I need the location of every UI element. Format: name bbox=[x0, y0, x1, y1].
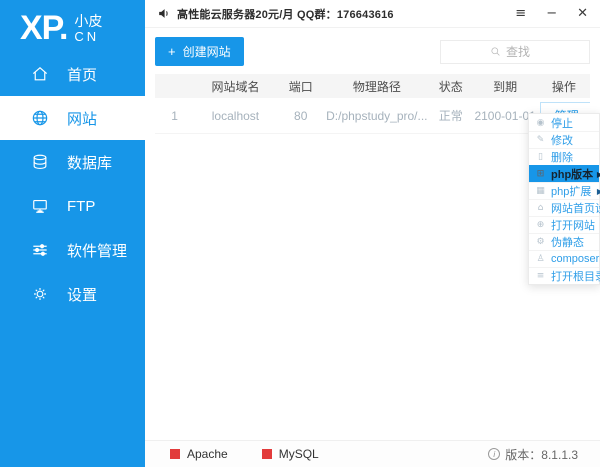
menu-item-open-website[interactable]: ⊕ 打开网站 bbox=[529, 216, 599, 233]
header-port: 端口 bbox=[288, 79, 313, 94]
sidebar-nav: 首页 网站 数据库 FTP 软件管理 设置 bbox=[0, 52, 145, 316]
table-row: 1 localhost 80 D:/phpstudy_pro/... 正常 21… bbox=[155, 98, 590, 134]
search-box[interactable] bbox=[440, 39, 590, 64]
service-mysql: MySQL bbox=[261, 447, 319, 461]
search-icon bbox=[491, 47, 500, 56]
window-controls: ≡ − ✕ bbox=[515, 7, 588, 20]
monitor-icon bbox=[33, 200, 47, 213]
sidebar-item-database[interactable]: 数据库 bbox=[0, 140, 145, 184]
menu-item-modify[interactable]: ✎ 修改 bbox=[529, 131, 599, 148]
sidebar-item-software[interactable]: 软件管理 bbox=[0, 228, 145, 272]
home-icon: ⌂ bbox=[537, 203, 544, 213]
apache-status-indicator bbox=[170, 449, 180, 459]
menu-item-homepage-settings[interactable]: ⌂ 网站首页设置 bbox=[529, 199, 600, 216]
php-version-icon: ⊞ bbox=[536, 169, 545, 179]
trash-icon: ▯ bbox=[538, 152, 543, 162]
menu-item-open-root-directory[interactable]: ≡ 打开根目录 bbox=[529, 267, 600, 284]
edit-icon: ✎ bbox=[536, 135, 545, 145]
window-menu-icon[interactable]: ≡ bbox=[515, 7, 526, 20]
window-minimize-icon[interactable]: − bbox=[546, 7, 557, 20]
cell-path: D:/phpstudy_pro/... bbox=[326, 108, 428, 123]
globe-icon bbox=[32, 110, 48, 126]
logo-sub-text: 小皮 CN bbox=[74, 13, 103, 44]
composer-icon: ♙ bbox=[536, 254, 545, 264]
mysql-status-indicator bbox=[261, 449, 272, 459]
stop-icon: ◉ bbox=[536, 117, 545, 128]
home-icon bbox=[32, 66, 48, 81]
header-domain: 网站域名 bbox=[211, 79, 260, 94]
sliders-icon bbox=[33, 244, 47, 256]
sidebar: XP. 小皮 CN 首页 网站 数据库 FTP 软件管理 设置 bbox=[0, 0, 145, 467]
version-info: i 版本：8.1.1.3 bbox=[488, 446, 578, 463]
service-apache: Apache bbox=[170, 447, 228, 461]
sidebar-item-settings[interactable]: 设置 bbox=[0, 272, 145, 316]
database-icon bbox=[33, 154, 47, 170]
sidebar-item-website[interactable]: 网站 bbox=[0, 96, 145, 140]
app-logo: XP. 小皮 CN bbox=[0, 0, 145, 52]
create-website-button[interactable]: + 创建网站 bbox=[155, 37, 244, 66]
php-extension-icon: ▦ bbox=[536, 186, 545, 196]
announcement-speaker-icon bbox=[159, 9, 168, 18]
root-directory-icon: ≡ bbox=[536, 271, 545, 281]
menu-item-php-version[interactable]: ⊞ php版本 ▶ bbox=[529, 165, 600, 182]
sidebar-item-home[interactable]: 首页 bbox=[0, 52, 145, 96]
cell-port: 80 bbox=[294, 108, 308, 123]
cell-status: 正常 bbox=[438, 109, 463, 123]
menu-item-stop[interactable]: ◉ 停止 bbox=[529, 114, 599, 131]
website-table: 网站域名 端口 物理路径 状态 到期 操作 1 localhost 80 D:/… bbox=[155, 74, 590, 134]
phpstudy-window: XP. 小皮 CN 首页 网站 数据库 FTP 软件管理 设置 高性能云服务器2… bbox=[0, 0, 600, 467]
menu-item-rewrite[interactable]: ⚙ 伪静态 bbox=[529, 233, 599, 250]
logo-xp-text: XP. bbox=[20, 9, 68, 47]
header-expire: 到期 bbox=[493, 79, 518, 94]
plus-icon: + bbox=[168, 44, 176, 59]
window-close-icon[interactable]: ✕ bbox=[577, 7, 588, 20]
titlebar: 高性能云服务器20元/月 QQ群：176643616 ≡ − ✕ bbox=[145, 0, 600, 28]
cell-domain: localhost bbox=[211, 108, 260, 123]
statusbar: Apache MySQL i 版本：8.1.1.3 bbox=[145, 440, 600, 467]
gear-icon: ⚙ bbox=[536, 237, 545, 247]
menu-item-php-extension[interactable]: ▦ php扩展 ▶ bbox=[529, 182, 600, 199]
sidebar-item-ftp[interactable]: FTP bbox=[0, 184, 145, 228]
menu-item-delete[interactable]: ▯ 删除 bbox=[529, 148, 599, 165]
toolbar: + 创建网站 bbox=[145, 28, 600, 73]
table-header-row: 网站域名 端口 物理路径 状态 到期 操作 bbox=[155, 74, 590, 98]
header-status: 状态 bbox=[438, 79, 463, 94]
gear-icon bbox=[34, 288, 46, 300]
menu-item-composer[interactable]: ♙ composer bbox=[529, 250, 599, 267]
globe-icon: ⊕ bbox=[536, 220, 545, 230]
manage-dropdown-menu: ◉ 停止 ✎ 修改 ▯ 删除 ⊞ php版本 ▶ ▦ php扩展 ▶ ⌂ 网站首… bbox=[528, 113, 600, 285]
announcement-text: 高性能云服务器20元/月 QQ群：176643616 bbox=[177, 8, 394, 21]
header-path: 物理路径 bbox=[352, 79, 401, 94]
cell-index: 1 bbox=[171, 108, 178, 123]
info-icon: i bbox=[488, 448, 501, 460]
search-input[interactable] bbox=[506, 44, 540, 59]
header-action: 操作 bbox=[551, 79, 576, 94]
